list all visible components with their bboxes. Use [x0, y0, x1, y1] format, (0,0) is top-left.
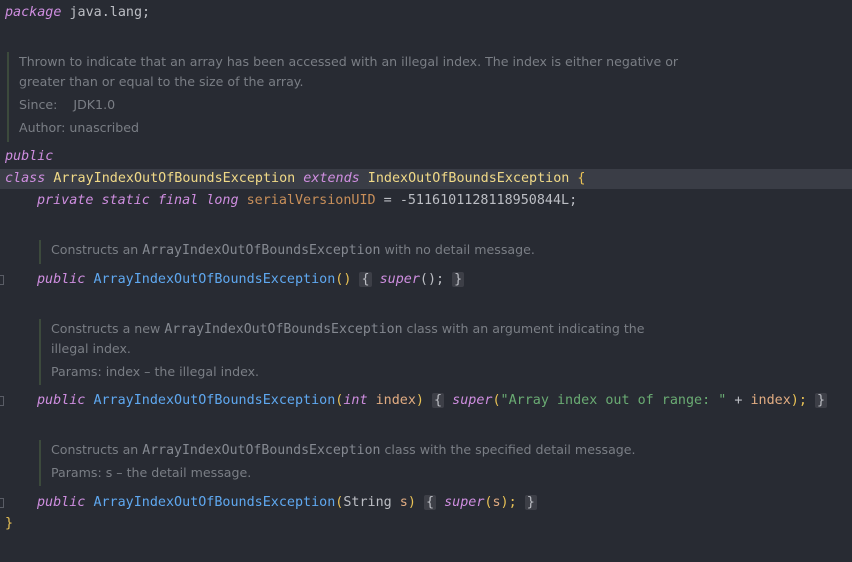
keyword: static — [101, 193, 150, 208]
code-line-ctor3[interactable]: public ArrayIndexOutOfBoundsException(St… — [37, 493, 537, 513]
keyword: public — [37, 393, 86, 408]
call-close: ); — [790, 393, 807, 408]
doc-author: Author: unascribed — [19, 120, 140, 135]
constructor-name: ArrayIndexOutOfBoundsException — [93, 393, 336, 408]
paren-close: ) — [407, 495, 416, 510]
call-close: ); — [500, 495, 517, 510]
doc-text-post: with no detail message. — [380, 242, 535, 257]
close-brace: } — [452, 272, 465, 287]
code-line-ctor2[interactable]: public ArrayIndexOutOfBoundsException ( in… — [37, 391, 828, 411]
doc-text: Constructs an ArrayIndexOutOfBoundsExcep… — [51, 440, 636, 460]
call-open: ( — [492, 393, 501, 408]
close-brace: } — [524, 495, 537, 510]
type-name: String — [343, 495, 392, 510]
fold-marker-icon[interactable] — [0, 275, 4, 285]
keyword: final — [157, 193, 199, 208]
doc-code: ArrayIndexOutOfBoundsException — [142, 243, 381, 258]
doc-text-pre: Constructs an — [51, 442, 143, 457]
argument: index — [750, 393, 791, 408]
keyword: super — [379, 272, 420, 287]
doc-text: Constructs a new ArrayIndexOutOfBoundsEx… — [51, 319, 645, 339]
keyword: extends — [303, 171, 360, 186]
package-name: java.lang; — [61, 5, 151, 20]
code-line-class-declaration[interactable]: class ArrayIndexOutOfBoundsException ext… — [0, 169, 852, 189]
doc-since: Since: JDK1.0 — [19, 95, 678, 115]
doc-text: Constructs an ArrayIndexOutOfBoundsExcep… — [51, 240, 535, 260]
call: (); — [419, 272, 445, 287]
operator: + — [726, 393, 751, 408]
params: () — [335, 272, 352, 287]
close-brace: } — [814, 393, 828, 408]
class-name: ArrayIndexOutOfBoundsException — [53, 171, 296, 186]
fold-marker-icon[interactable] — [0, 498, 4, 508]
code-line-ctor1[interactable]: public ArrayIndexOutOfBoundsException() … — [37, 270, 465, 290]
operator: = — [375, 193, 400, 208]
keyword: super — [444, 495, 485, 510]
code-line-field[interactable]: private static final long serialVersionU… — [37, 191, 577, 211]
doc-text-post: class with an argument indicating the — [402, 321, 645, 336]
super-class-name: IndexOutOfBoundsException — [367, 171, 570, 186]
keyword: public — [37, 272, 86, 287]
argument: s — [492, 495, 501, 510]
parameter: index — [375, 393, 416, 408]
paren-close: ) — [415, 393, 424, 408]
doc-text-pre: Constructs a new — [51, 321, 165, 336]
semicolon: ; — [569, 193, 578, 208]
constructor-name: ArrayIndexOutOfBoundsException — [93, 272, 336, 287]
open-brace: { — [432, 393, 445, 408]
code-line-package[interactable]: package java.lang; — [5, 3, 150, 23]
open-brace: { — [423, 495, 437, 510]
keyword: class — [5, 171, 46, 186]
keyword: super — [452, 393, 493, 408]
keyword: long — [206, 193, 239, 208]
code-editor[interactable]: package java.lang; Thrown to indicate th… — [0, 0, 852, 562]
ctor2-doc-comment[interactable]: Constructs a new ArrayIndexOutOfBoundsEx… — [39, 319, 645, 385]
doc-code: ArrayIndexOutOfBoundsException — [142, 443, 381, 458]
string-literal: "Array index out of range: " — [500, 393, 727, 408]
doc-text-pre: Constructs an — [51, 242, 143, 257]
close-brace: } — [5, 516, 14, 531]
doc-text: Thrown to indicate that an array has bee… — [19, 54, 679, 69]
since-label: Since: — [19, 97, 58, 112]
number-literal: -5116101128118950844L — [399, 193, 570, 208]
open-brace: { — [359, 272, 372, 287]
code-line-public[interactable]: public — [5, 147, 53, 167]
doc-text: greater than or equal to the size of the… — [19, 74, 304, 89]
keyword: public — [5, 149, 54, 164]
keyword: package — [5, 5, 62, 20]
keyword: public — [37, 495, 86, 510]
doc-params: Params: s – the detail message. — [51, 465, 252, 480]
doc-code: ArrayIndexOutOfBoundsException — [164, 322, 403, 337]
fold-marker-icon[interactable] — [0, 396, 4, 406]
keyword: int — [343, 393, 368, 408]
open-brace: { — [577, 171, 586, 186]
field-name: serialVersionUID — [246, 193, 376, 208]
ctor3-doc-comment[interactable]: Constructs an ArrayIndexOutOfBoundsExcep… — [39, 440, 636, 486]
doc-text: illegal index. — [51, 341, 131, 356]
ctor1-doc-comment[interactable]: Constructs an ArrayIndexOutOfBoundsExcep… — [39, 240, 535, 264]
keyword: private — [37, 193, 94, 208]
constructor-name: ArrayIndexOutOfBoundsException — [93, 495, 336, 510]
code-line-close[interactable]: } — [5, 514, 13, 534]
class-doc-comment[interactable]: Thrown to indicate that an array has bee… — [7, 52, 678, 142]
since-value: JDK1.0 — [73, 97, 116, 112]
parameter: s — [399, 495, 408, 510]
doc-text-post: class with the specified detail message. — [380, 442, 636, 457]
doc-params: Params: index – the illegal index. — [51, 364, 260, 379]
